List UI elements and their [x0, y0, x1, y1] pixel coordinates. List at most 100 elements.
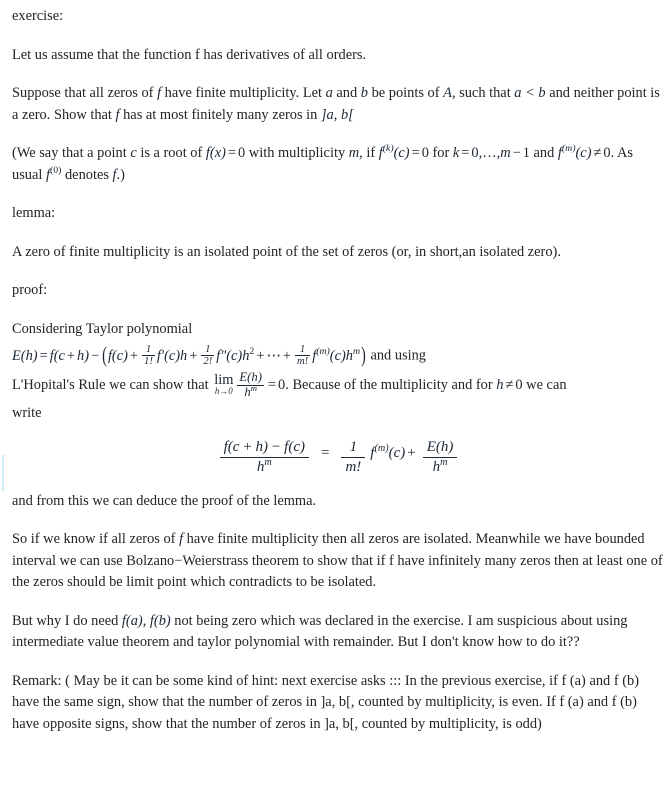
- error-over-hm-fraction: E(h) hm: [422, 439, 458, 476]
- rhs-derivative-term: f(m)(c): [370, 442, 406, 461]
- considering-line: Considering Taylor polynomial: [12, 320, 193, 337]
- taylor-minus: −: [91, 347, 100, 364]
- math-h-ne-zero: h ≠ 0: [496, 377, 523, 394]
- exponent-m: m: [352, 345, 361, 357]
- dq-exponent-m: m: [264, 457, 272, 469]
- error-numerator: E(h): [426, 439, 454, 456]
- math-f-of-b: f(b): [149, 612, 171, 629]
- rhs-coef-denominator: m!: [341, 457, 366, 476]
- dq-numerator: f(c + h) − f(c): [223, 439, 305, 456]
- coef2-denominator: 2!: [201, 355, 215, 368]
- limit-operator: lim h→0: [214, 373, 233, 396]
- one-over-m-factorial: 1 m!: [341, 439, 366, 476]
- difference-quotient-fraction: f(c + h) − f(c) hm: [219, 439, 309, 476]
- h-not-equal: ≠: [505, 377, 514, 394]
- coefficient-1-over-mfact: 1 m!: [294, 344, 311, 368]
- coefm-denominator: m!: [294, 355, 311, 368]
- limit-fraction: E(h) hm: [237, 371, 264, 399]
- taylor-equation: E(h) = f(c + h) − (f(c) +1 1! f′(c)h +1 2! f″(c)h2 + ⋯…: [12, 343, 367, 368]
- equals-sign: =: [227, 145, 236, 161]
- paren-text-2: is a root of: [136, 145, 206, 161]
- lemma-label: lemma:: [12, 205, 56, 221]
- math-a-less-b: a < b: [514, 85, 546, 101]
- display-plus: +: [407, 444, 416, 461]
- superscript-m: (m): [561, 143, 576, 155]
- taylor-plus-4: +: [282, 347, 291, 364]
- suppose-text-4: be points of: [367, 85, 444, 101]
- deduce-paragraph: and from this we can deduce the proof of…: [12, 492, 317, 509]
- assume-paragraph: Let us assume that the function f has de…: [12, 46, 367, 63]
- coefficient-1-over-1fact: 1 1!: [142, 344, 155, 367]
- taylor-trailing-text: and using: [370, 347, 426, 364]
- but-why-text-1: But why I do need: [12, 612, 122, 629]
- display-equation: f(c + h) − f(c) hm = 1 m! f(m)(c) + E(h) hm: [12, 440, 665, 476]
- exponent-m-order: (m): [316, 345, 330, 357]
- right-paren: ): [361, 342, 366, 368]
- left-quote-marker: [2, 455, 4, 491]
- taylor-plus-h: +: [66, 347, 76, 364]
- math-fk-c-equals-zero: f(k)(c) = 0: [378, 143, 429, 161]
- equals-sign-3: =: [461, 145, 470, 161]
- denominator-exponent-m: m: [250, 382, 257, 393]
- paren-text-6: and: [529, 145, 558, 161]
- suppose-text-5: , such that: [451, 85, 515, 101]
- taylor-h: h): [77, 347, 90, 364]
- lhopital-paragraph: L'Hopital's Rule we can show that lim h→0…: [12, 371, 665, 399]
- suppose-paragraph: Suppose that all zeros of f have finite …: [12, 83, 665, 126]
- math-fx: f: [205, 145, 210, 161]
- paren-text-8: denotes: [61, 166, 113, 183]
- rhs-coef-numerator: 1: [349, 439, 358, 456]
- but-why-comma: ,: [142, 612, 150, 629]
- lemma-text: A zero of finite multiplicity is an isol…: [12, 243, 561, 260]
- taylor-fch: f(c: [49, 347, 65, 364]
- math-A: A: [443, 85, 452, 101]
- paren-text-1: (We say that a point: [12, 145, 131, 161]
- math-x: x: [214, 145, 222, 161]
- suppose-text-2: have finite multiplicity. Let: [161, 85, 326, 101]
- math-open-interval: ]a, b[: [320, 106, 354, 123]
- error-exponent-m: m: [440, 457, 448, 469]
- but-why-paragraph: But why I do need f(a), f(b) not being z…: [12, 611, 665, 654]
- limit-equals: =: [267, 377, 277, 394]
- ellipsis: ⋯: [266, 347, 281, 364]
- coef2-numerator: 1: [205, 344, 211, 355]
- math-b: b: [360, 85, 368, 101]
- comma-dots: ,…,: [478, 145, 501, 161]
- paren-text-3: with multiplicity: [245, 145, 349, 161]
- taylor-term-1: f′(c)h: [156, 347, 188, 364]
- coef1-numerator: 1: [145, 344, 152, 355]
- math-m: m: [348, 145, 360, 161]
- taylor-equation-line: E(h) = f(c + h) − (f(c) +1 1! f′(c)h +1 2! f″(c)h2 + ⋯…: [12, 343, 665, 368]
- paren-text-9: .): [116, 166, 125, 183]
- lhopital-text-1: L'Hopital's Rule we can show that: [12, 377, 213, 394]
- taylor-plus-3: +: [256, 347, 265, 364]
- dq-denominator: hm: [219, 457, 309, 476]
- error-denominator: hm: [422, 457, 458, 476]
- limit-lim: lim: [214, 371, 234, 388]
- lhopital-text-2: . Because of the multiplicity and for: [285, 377, 497, 394]
- zero-2: 0: [421, 145, 429, 161]
- taylor-fc: f(c): [107, 347, 128, 364]
- limit-frac-denominator: hm: [237, 382, 264, 399]
- math-f-zero-order: f(0): [45, 164, 62, 183]
- taylor-term-2: f″(c)h2: [216, 345, 255, 364]
- lhopital-text-3: we can: [522, 377, 567, 394]
- parenthetical-paragraph: (We say that a point c is a root of f(x)…: [12, 143, 665, 186]
- exercise-label: exercise:: [12, 8, 64, 24]
- paren-text-4: , if: [359, 145, 379, 161]
- remark-paragraph: Remark: ( May be it can be some kind of …: [12, 672, 639, 732]
- write-label: write: [12, 404, 42, 421]
- so-if-paragraph: So if we know if all zeros of f have fin…: [12, 529, 665, 594]
- display-equation-math: f(c + h) − f(c) hm = 1 m! f(m)(c) + E(h) hm: [215, 440, 463, 475]
- not-equal-sign: ≠: [593, 145, 602, 161]
- suppose-text-3: and: [332, 85, 361, 101]
- coef1-denominator: 1!: [142, 355, 155, 368]
- limit-expression: lim h→0 E(h) hm = 0: [212, 371, 285, 399]
- zero-3: 0: [603, 145, 611, 161]
- math-f-of-a: f(a): [121, 612, 143, 629]
- one: 1: [522, 145, 530, 161]
- paren-text-5: for: [428, 145, 453, 161]
- taylor-equals: =: [39, 347, 48, 364]
- so-if-text-1: So if we know if all zeros of: [12, 531, 180, 548]
- rhs-exponent-m-order: (m): [374, 442, 389, 454]
